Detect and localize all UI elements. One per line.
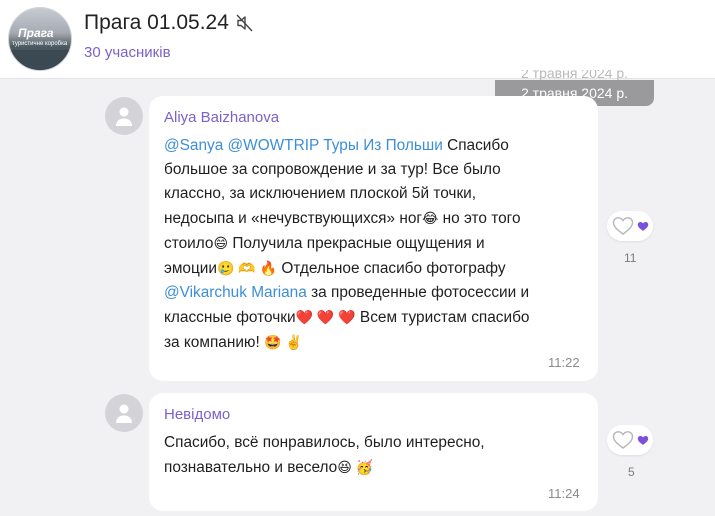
message-line: классно, за исключением плоской 5й точки… xyxy=(164,185,477,202)
reaction-button[interactable] xyxy=(607,211,653,241)
sender-name[interactable]: Aliya Baizhanova xyxy=(164,109,279,126)
date-separator-ghost: 2 травня 2024 р. xyxy=(520,70,628,80)
group-avatar[interactable]: Прага туристичне коробка xyxy=(8,7,72,71)
message-line: за компанию! 🤩 ✌️ xyxy=(164,334,303,351)
message-text: Спасибо, всё понравилось, было интересно… xyxy=(164,431,485,480)
sender-name[interactable]: Невідомо xyxy=(164,406,230,423)
reaction-button[interactable] xyxy=(607,425,653,455)
participants-count[interactable]: 30 учасників xyxy=(84,44,171,61)
emoji: 🥲 🫶 🔥 xyxy=(217,260,278,276)
emoji: 😄 xyxy=(213,235,229,251)
chat-title: Прага 01.05.24 xyxy=(84,11,229,34)
message-line: большое за сопровождение и за тур! Все б… xyxy=(164,161,501,178)
sender-avatar[interactable] xyxy=(105,394,143,432)
heart-filled-icon xyxy=(637,222,649,231)
chat-title-row[interactable]: Прага 01.05.24 xyxy=(84,11,255,35)
speaker-muted-icon xyxy=(235,13,255,33)
emoji: 😆 🥳 xyxy=(337,459,374,475)
avatar-water xyxy=(9,50,71,70)
emoji: 🤩 ✌️ xyxy=(264,334,303,350)
avatar-subtext: туристичне коробка xyxy=(12,41,68,47)
chat-header: Прага туристичне коробка Прага 01.05.24 … xyxy=(0,0,715,79)
message-line: @Vikarchuk Mariana за проведенные фотосе… xyxy=(164,284,530,301)
sender-avatar[interactable] xyxy=(105,97,143,135)
message-line: эмоции🥲 🫶 🔥 Отдельное спасибо фотографу xyxy=(164,260,506,277)
heart-outline-icon xyxy=(612,217,634,235)
message-time: 11:22 xyxy=(548,355,580,370)
message-line: познавательно и весело😆 🥳 xyxy=(164,459,374,476)
mention-link[interactable]: @Sanya @WOWTRIP Туры Из Польши xyxy=(164,137,443,154)
message-line: стоило😄 Получила прекрасные ощущения и xyxy=(164,235,485,252)
message-bubble[interactable]: Aliya Baizhanova @Sanya @WOWTRIP Туры Из… xyxy=(149,96,598,381)
message-time: 11:24 xyxy=(548,486,580,501)
emoji: 😂 xyxy=(422,210,439,226)
user-icon xyxy=(116,404,132,423)
user-icon xyxy=(116,107,132,126)
message-line: недосыпа и «нечувствующихся» ног😂 но это… xyxy=(164,210,521,227)
mention-link[interactable]: @Vikarchuk Mariana xyxy=(164,284,307,301)
reaction-count: 5 xyxy=(628,465,635,479)
message-line: @Sanya @WOWTRIP Туры Из Польши Спасибо xyxy=(164,137,509,154)
message-bubble[interactable]: Невідомо Спасибо, всё понравилось, было … xyxy=(149,393,598,511)
message-text: @Sanya @WOWTRIP Туры Из Польши Спасибо б… xyxy=(164,134,529,355)
heart-filled-icon xyxy=(637,436,649,445)
heart-outline-icon xyxy=(612,431,634,449)
message-line: классные фоточки❤️ ❤️ ❤️ Всем туристам с… xyxy=(164,309,530,326)
avatar-text: Прага xyxy=(18,26,54,40)
reaction-count: 11 xyxy=(624,251,637,265)
message-line: Спасибо, всё понравилось, было интересно… xyxy=(164,434,485,451)
emoji: ❤️ ❤️ ❤️ xyxy=(295,309,356,325)
